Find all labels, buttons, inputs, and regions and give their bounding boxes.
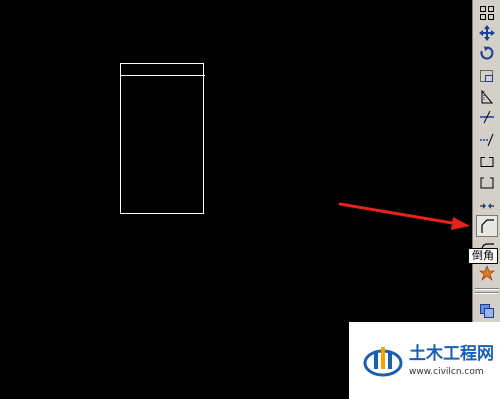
move-icon[interactable]	[476, 22, 498, 44]
break-at-point-icon[interactable]	[476, 150, 498, 172]
scale-icon[interactable]	[476, 64, 498, 86]
stretch-icon[interactable]	[476, 86, 498, 108]
draworder-icon[interactable]	[476, 300, 498, 322]
watermark-url: www.civilcn.com	[409, 366, 484, 377]
break-icon[interactable]	[476, 172, 498, 194]
watermark: 土木工程网 www.civilcn.com	[349, 322, 500, 399]
trim-icon[interactable]	[476, 106, 498, 128]
drawn-rectangle[interactable]	[120, 63, 204, 214]
toolbar-divider	[475, 288, 499, 290]
chamfer-icon[interactable]	[476, 215, 498, 237]
toolbar-divider	[475, 292, 499, 294]
extend-icon[interactable]	[476, 129, 498, 151]
explode-icon[interactable]	[476, 262, 498, 284]
modify-toolbar	[472, 0, 500, 325]
rotate-icon[interactable]	[476, 42, 498, 64]
array-icon[interactable]	[476, 2, 498, 24]
site-logo-icon	[363, 346, 403, 376]
tooltip: 倒角	[468, 248, 498, 264]
join-icon[interactable]	[476, 195, 498, 217]
drawn-line[interactable]	[120, 75, 205, 76]
watermark-name: 土木工程网	[409, 343, 494, 364]
